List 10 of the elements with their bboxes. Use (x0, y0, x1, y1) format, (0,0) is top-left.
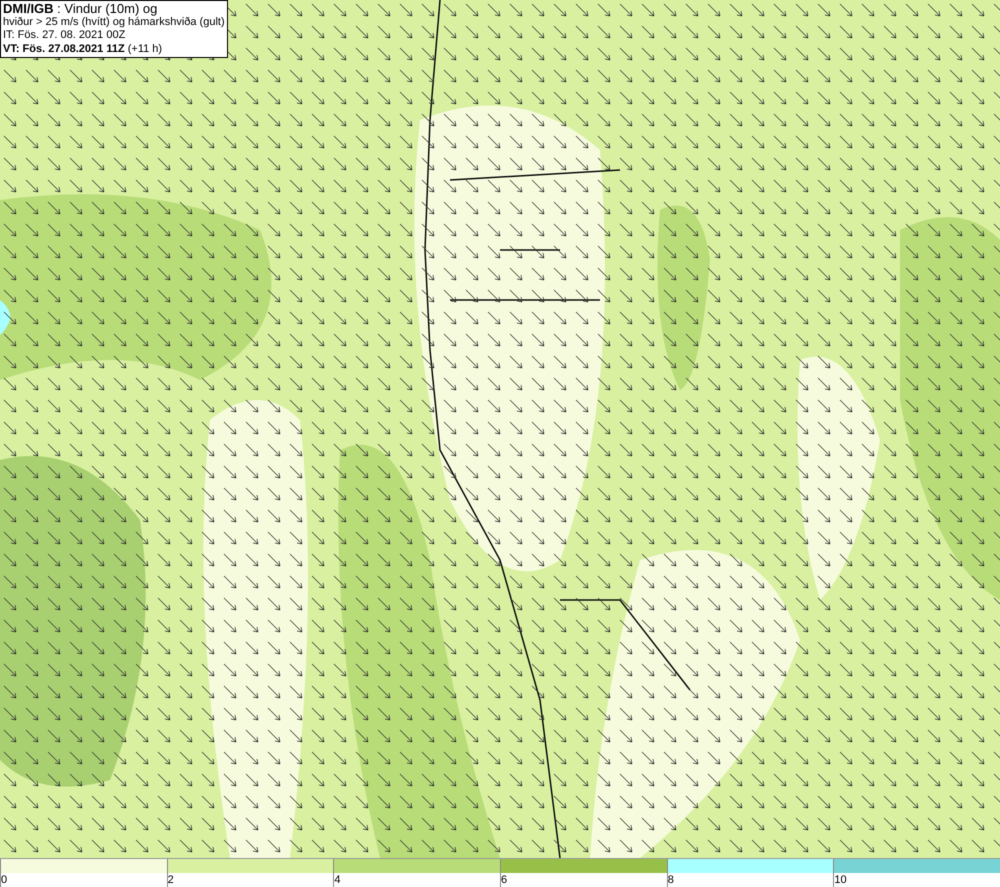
legend-label: 4 (334, 874, 340, 886)
title-line: VT: Fös. 27.08.2021 11Z (+11 h) (3, 42, 164, 56)
legend-label: 8 (668, 874, 674, 886)
legend-label: 0 (1, 874, 8, 886)
title-line: DMI/IGB : Vindur (10m) og (3, 2, 158, 16)
legend-label: 10 (834, 874, 847, 886)
title-line: IT: Fös. 27. 08. 2021 00Z (3, 29, 126, 42)
legend-label: 2 (168, 874, 174, 886)
legend-label: 6 (501, 874, 508, 886)
title-line: hviður > 25 m/s (hvítt) og hámarkshviða (gult) (3, 16, 225, 29)
